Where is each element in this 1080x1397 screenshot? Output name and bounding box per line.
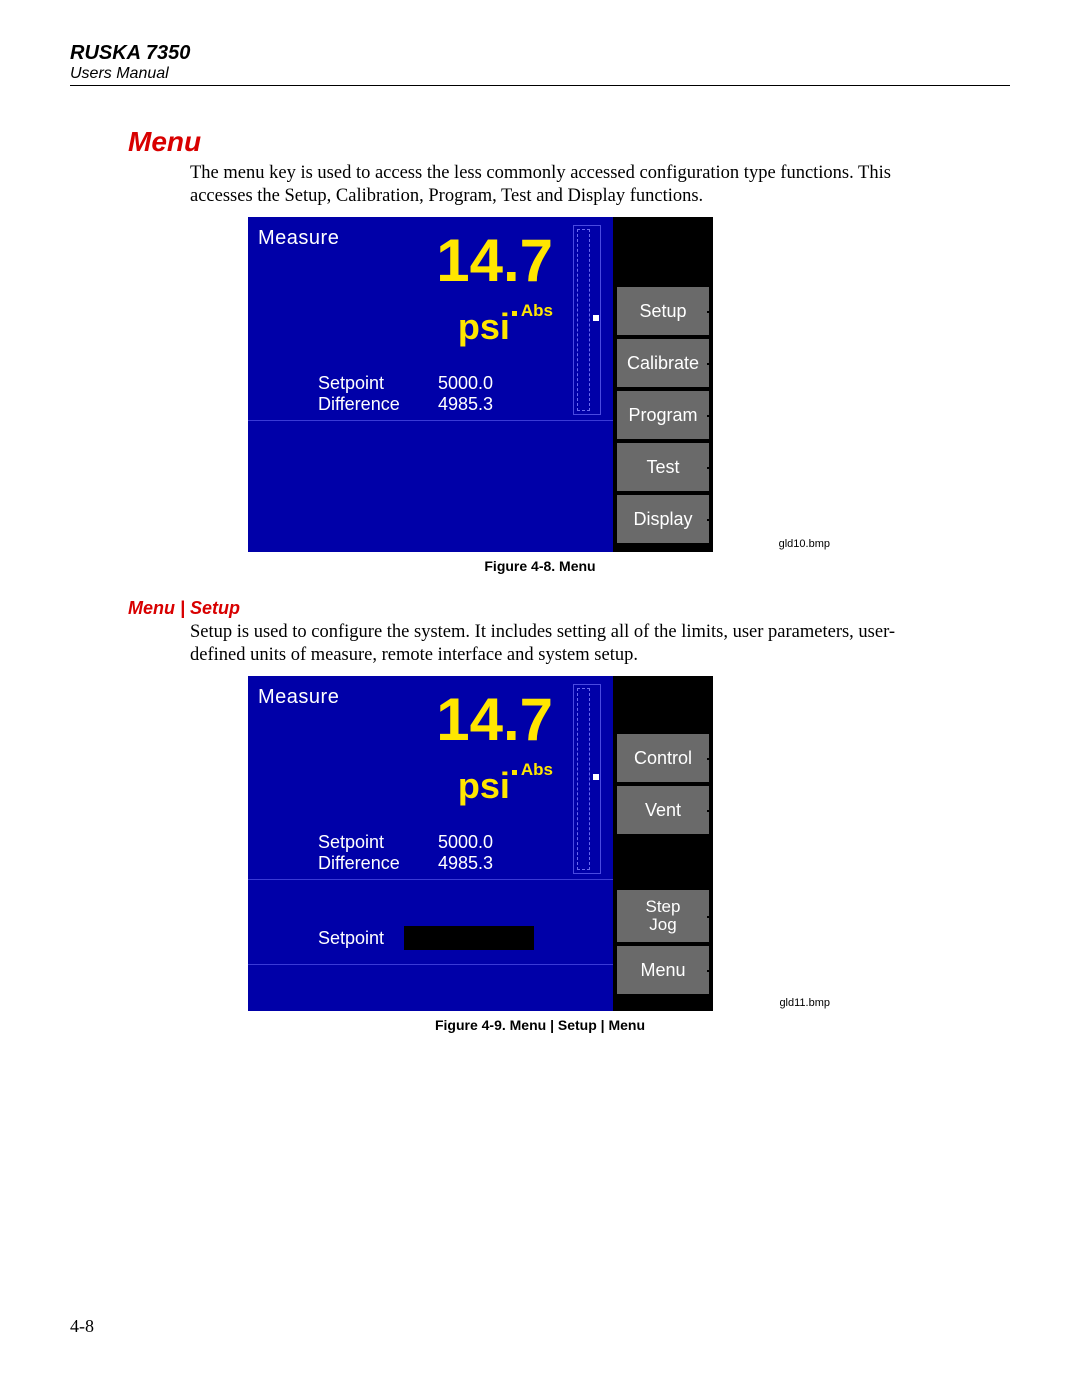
setpoint-input[interactable] [404,926,534,950]
softkey-jog-label: Jog [649,916,676,934]
bargraph-gauge [573,684,601,874]
pressure-reading: 14.7 [436,231,553,291]
section-heading-menu: Menu [128,126,1010,158]
softkey-column: Control Vent Step Jog Menu [613,676,713,1011]
subsection-heading-setup: Menu | Setup [128,598,1010,619]
figure-caption-2: Figure 4-9. Menu | Setup | Menu [70,1017,1010,1033]
mode-label: Measure [258,227,339,250]
unit-separator-icon [512,770,517,775]
page-header: RUSKA 7350 Users Manual [70,42,1010,86]
mode-label: Measure [258,686,339,709]
divider [248,964,613,965]
unit-block: psiAbs [458,768,553,804]
value-setpoint: 5000.0 [438,832,493,853]
setpoint-entry-row: Setpoint [318,926,534,950]
label-setpoint: Setpoint [318,373,400,394]
label-setpoint: Setpoint [318,832,400,853]
value-difference: 4985.3 [438,853,493,874]
device-screen-2: Measure 14.7 psiAbs Setpoint Difference … [248,676,713,1011]
figure-caption-1: Figure 4-8. Menu [70,558,1010,574]
gauge-marker-icon [593,774,599,780]
softkey-spacer [617,838,713,886]
menu-description: The menu key is used to access the less … [190,162,940,207]
softkey-setup[interactable]: Setup [617,287,711,335]
softkey-calibrate[interactable]: Calibrate [617,339,711,387]
reading-values: 5000.0 4985.3 [438,373,493,415]
unit-block: psiAbs [458,309,553,345]
softkey-vent[interactable]: Vent [617,786,711,834]
bargraph-gauge [573,225,601,415]
page-number: 4-8 [70,1316,94,1337]
value-difference: 4985.3 [438,394,493,415]
unit-main: psi [458,309,510,345]
divider [248,879,613,880]
unit-separator-icon [512,311,517,316]
softkey-step-label: Step [646,898,681,916]
softkey-spacer [617,221,713,283]
softkey-spacer [617,680,713,730]
softkey-test[interactable]: Test [617,443,711,491]
softkey-menu[interactable]: Menu [617,946,711,994]
display-area: Measure 14.7 psiAbs Setpoint Difference … [248,217,613,552]
figure-setup: Measure 14.7 psiAbs Setpoint Difference … [70,676,1010,1033]
label-difference: Difference [318,394,400,415]
unit-mode: Abs [521,761,553,778]
setpoint-entry-label: Setpoint [318,928,384,949]
reading-labels: Setpoint Difference [318,373,400,415]
setup-description: Setup is used to configure the system. I… [190,621,940,666]
divider [248,420,613,421]
product-name: RUSKA 7350 [70,42,1010,65]
unit-mode: Abs [521,302,553,319]
pressure-reading: 14.7 [436,690,553,750]
figure-menu: Measure 14.7 psiAbs Setpoint Difference … [70,217,1010,574]
softkey-display[interactable]: Display [617,495,711,543]
device-screen-1: Measure 14.7 psiAbs Setpoint Difference … [248,217,713,552]
doc-type: Users Manual [70,65,1010,83]
softkey-program[interactable]: Program [617,391,711,439]
softkey-column: Setup Calibrate Program Test Display [613,217,713,552]
unit-main: psi [458,768,510,804]
reading-values: 5000.0 4985.3 [438,832,493,874]
display-area: Measure 14.7 psiAbs Setpoint Difference … [248,676,613,1011]
softkey-control[interactable]: Control [617,734,711,782]
label-difference: Difference [318,853,400,874]
reading-labels: Setpoint Difference [318,832,400,874]
gauge-marker-icon [593,315,599,321]
softkey-step-jog[interactable]: Step Jog [617,890,711,942]
value-setpoint: 5000.0 [438,373,493,394]
